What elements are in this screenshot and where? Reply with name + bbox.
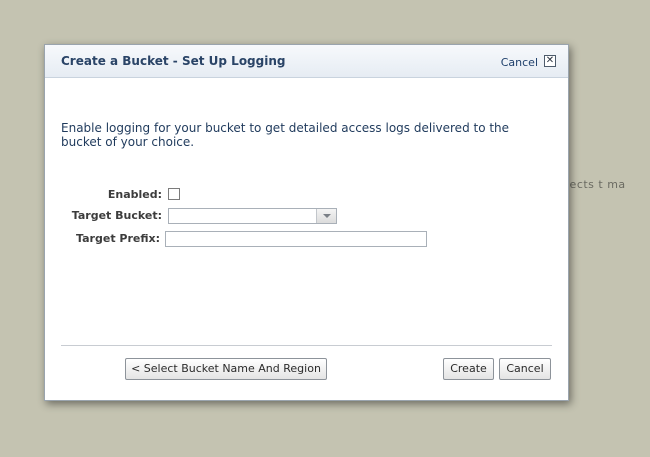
target-prefix-label: Target Prefix: (76, 232, 160, 245)
cancel-button[interactable]: Cancel (499, 358, 551, 380)
target-bucket-label: Target Bucket: (71, 209, 162, 222)
footer-divider (61, 345, 552, 346)
logging-description: Enable logging for your bucket to get de… (61, 121, 510, 149)
target-prefix-input[interactable] (165, 231, 427, 247)
background-partial-text: jects t ma (566, 178, 626, 191)
chevron-down-icon[interactable] (316, 209, 336, 223)
target-bucket-select[interactable] (168, 208, 337, 224)
create-button[interactable]: Create (443, 358, 494, 380)
select-bucket-name-button[interactable]: < Select Bucket Name And Region (125, 358, 327, 380)
dialog-title: Create a Bucket - Set Up Logging (61, 54, 286, 68)
create-bucket-dialog: Create a Bucket - Set Up Logging Cancel … (44, 44, 569, 401)
enabled-label: Enabled: (107, 188, 162, 201)
enabled-checkbox[interactable] (168, 188, 180, 200)
target-bucket-value (169, 214, 172, 227)
dialog-titlebar: Create a Bucket - Set Up Logging Cancel … (45, 45, 568, 78)
dialog-cancel-link[interactable]: Cancel (501, 56, 538, 69)
close-icon[interactable]: ✕ (544, 55, 556, 67)
